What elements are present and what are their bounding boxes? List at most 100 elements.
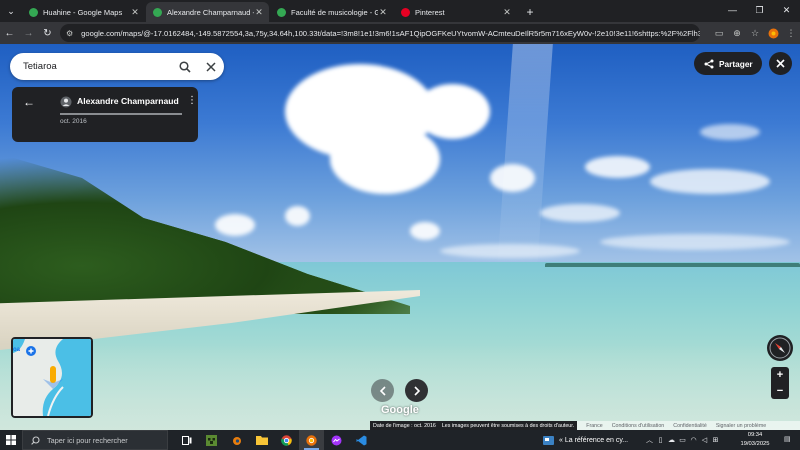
close-street-view-button[interactable] xyxy=(769,52,792,75)
compass-button[interactable] xyxy=(767,335,793,361)
maps-search-box[interactable]: Tetiaroa xyxy=(10,53,224,80)
share-button[interactable]: Partager xyxy=(694,52,762,75)
terms-link[interactable]: Conditions d'utilisation xyxy=(612,423,665,429)
task-view-icon[interactable] xyxy=(174,430,199,450)
tab-title: Alexandre Champarnaud - Google Maps xyxy=(167,7,254,17)
image-date: Date de l'image : oct. 2016 xyxy=(370,421,439,430)
search-icon xyxy=(31,435,40,445)
tab-title: Pinterest xyxy=(415,7,445,17)
cloud xyxy=(415,84,490,139)
cloud xyxy=(285,206,310,226)
tab-close-icon[interactable]: ✕ xyxy=(378,7,388,18)
forward-arrow-icon[interactable]: → xyxy=(19,23,38,43)
shallow-water xyxy=(0,344,800,430)
privacy-link[interactable]: Confidentialité xyxy=(673,423,707,429)
report-problem-link[interactable]: Signaler un problème xyxy=(716,423,766,429)
minimap-place-label: oa xyxy=(13,347,21,353)
chrome-icon[interactable] xyxy=(274,430,299,450)
file-explorer-icon[interactable] xyxy=(249,430,274,450)
cloud xyxy=(650,169,770,194)
wifi-icon[interactable]: ◠ xyxy=(688,436,699,444)
search-icon[interactable] xyxy=(172,53,198,80)
battery-icon[interactable]: ▭ xyxy=(677,436,688,444)
site-info-icon[interactable]: ⚙ xyxy=(66,29,73,38)
system-tray: ︿ ▯ ☁ ▭ ◠ ◁ ⊞ xyxy=(644,430,721,450)
next-photo-button[interactable] xyxy=(405,379,428,402)
tab-title: Huahine - Google Maps xyxy=(43,7,123,17)
share-icon xyxy=(704,59,714,68)
google-logo: Google xyxy=(381,404,419,416)
install-app-icon[interactable]: ▭ xyxy=(710,22,728,44)
restore-icon[interactable]: ❐ xyxy=(746,0,773,20)
cloud-icon[interactable]: ☁ xyxy=(666,436,677,444)
chevron-left-icon xyxy=(379,385,386,396)
news-widget[interactable]: « La référence en cy... xyxy=(543,430,628,450)
cloud xyxy=(410,222,440,240)
cloud xyxy=(700,124,760,140)
taskbar-search[interactable]: Taper ici pour rechercher xyxy=(22,430,168,450)
windows-taskbar: Taper ici pour rechercher « La référence… xyxy=(0,430,800,450)
attribution-bar: Date de l'image : oct. 2016 Les images p… xyxy=(370,421,800,430)
window-controls: — ❐ ✕ xyxy=(719,0,800,20)
clear-search-icon[interactable] xyxy=(198,53,224,80)
zoom-controls: + − xyxy=(771,367,789,399)
start-button[interactable] xyxy=(0,430,22,450)
network-drive-icon[interactable]: ▯ xyxy=(655,436,666,444)
back-arrow-icon[interactable]: ← xyxy=(22,95,36,109)
chevron-up-icon[interactable]: ︿ xyxy=(644,435,655,445)
system-clock[interactable]: 09:34 19/03/2025 xyxy=(735,431,775,448)
tab-huahine[interactable]: Huahine - Google Maps ✕ xyxy=(22,2,145,22)
keyboard-icon[interactable]: ⊞ xyxy=(710,436,721,444)
tab-close-icon[interactable]: ✕ xyxy=(254,7,264,18)
browser-tab-strip: ⌄ Huahine - Google Maps ✕ Alexandre Cham… xyxy=(0,0,800,22)
maps-favicon-icon xyxy=(153,7,162,17)
contributor-avatar-icon[interactable] xyxy=(60,95,72,108)
minimap[interactable]: oa xyxy=(11,337,93,418)
close-window-icon[interactable]: ✕ xyxy=(773,0,800,20)
tab-search-icon[interactable]: ⌄ xyxy=(0,0,22,22)
maps-favicon-icon xyxy=(277,7,286,17)
pinterest-favicon-icon xyxy=(401,7,410,17)
more-options-icon[interactable]: ⋮ xyxy=(187,95,197,106)
url-text[interactable]: google.com/maps/@-17.0162484,-149.587255… xyxy=(81,29,700,38)
address-bar[interactable]: ⚙ google.com/maps/@-17.0162484,-149.5872… xyxy=(60,24,700,42)
messenger-icon[interactable] xyxy=(324,430,349,450)
search-placeholder: Taper ici pour rechercher xyxy=(47,435,128,445)
extension-icon[interactable] xyxy=(764,22,782,44)
reload-icon[interactable]: ↻ xyxy=(38,23,57,43)
blender-icon[interactable] xyxy=(224,430,249,450)
toolbar-actions: ▭ ⊕ ☆ ⋮ xyxy=(710,22,800,44)
notifications-icon[interactable]: ▤ xyxy=(784,435,794,445)
zoom-out-button[interactable]: − xyxy=(771,383,789,399)
tab-alexandre-champarnaud[interactable]: Alexandre Champarnaud - Google Maps ✕ xyxy=(146,2,269,22)
copyright-notice: Les images peuvent être soumises à des d… xyxy=(438,421,578,430)
zoom-in-button[interactable]: + xyxy=(771,367,789,383)
back-arrow-icon[interactable]: ← xyxy=(0,23,19,43)
chrome-profile-icon[interactable] xyxy=(299,430,324,450)
cloud xyxy=(440,244,580,258)
tab-faculte-musicologie[interactable]: Faculté de musicologie - Google Maps ✕ xyxy=(270,2,393,22)
clock-date: 19/03/2025 xyxy=(740,440,770,447)
volume-icon[interactable]: ◁ xyxy=(699,436,710,444)
zoom-icon[interactable]: ⊕ xyxy=(728,22,746,44)
minecraft-icon[interactable] xyxy=(199,430,224,450)
minimize-icon[interactable]: — xyxy=(719,0,746,20)
cloud xyxy=(330,124,440,194)
vscode-icon[interactable] xyxy=(349,430,374,450)
chrome-menu-icon[interactable]: ⋮ xyxy=(782,22,800,44)
close-icon xyxy=(776,59,785,68)
cloud xyxy=(540,204,620,222)
tab-close-icon[interactable]: ✕ xyxy=(502,7,512,18)
bookmark-star-icon[interactable]: ☆ xyxy=(746,22,764,44)
new-tab-button[interactable]: + xyxy=(522,2,538,22)
news-headline: « La référence en cy... xyxy=(559,436,629,444)
contributor-name[interactable]: Alexandre Champarnaud xyxy=(77,96,179,106)
tab-close-icon[interactable]: ✕ xyxy=(130,7,140,18)
region-link[interactable]: France xyxy=(586,423,603,429)
previous-photo-button[interactable] xyxy=(371,379,394,402)
tab-pinterest[interactable]: Pinterest ✕ xyxy=(394,2,517,22)
cloud xyxy=(490,164,535,192)
browser-toolbar: ← → ↻ ⚙ google.com/maps/@-17.0162484,-14… xyxy=(0,22,800,44)
photo-info-card: ← Alexandre Champarnaud ⋮ oct. 2016 xyxy=(12,87,198,142)
search-input[interactable]: Tetiaroa xyxy=(23,61,172,72)
